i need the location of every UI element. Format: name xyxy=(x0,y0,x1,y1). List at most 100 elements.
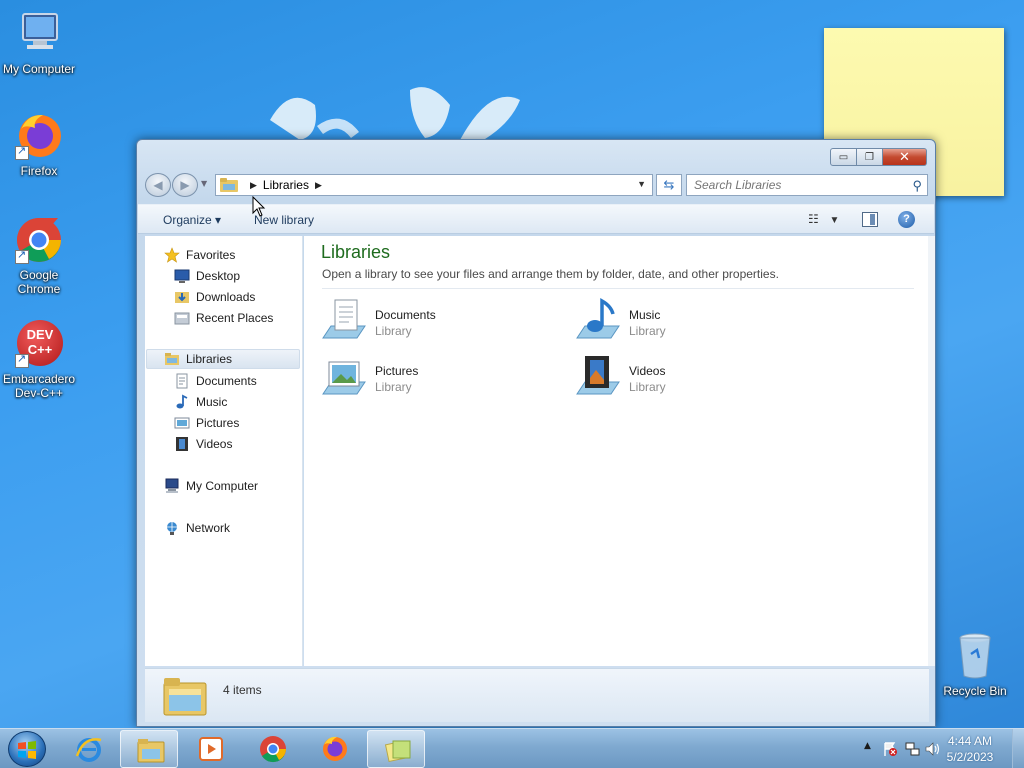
sticky-notes-icon xyxy=(384,740,411,763)
computer-icon xyxy=(165,478,179,493)
taskbar-clock[interactable]: 4:44 AM 5/2/2023 xyxy=(930,733,1010,765)
downloads-folder-icon xyxy=(175,292,189,303)
videos-library-icon xyxy=(576,356,620,395)
forward-button[interactable]: ▶ xyxy=(172,173,198,197)
arrow-right-icon: ▶ xyxy=(180,178,190,192)
taskbar-firefox[interactable] xyxy=(305,730,363,768)
nav-item-label: Desktop xyxy=(196,269,241,283)
chrome-icon xyxy=(260,736,286,763)
taskbar-google-chrome[interactable] xyxy=(243,730,301,768)
desktop-icon-dev-cpp[interactable]: DEV C++ Embarcadero Dev-C++ xyxy=(0,318,81,400)
maximize-button[interactable]: ❐ xyxy=(857,148,883,166)
explorer-window[interactable]: ▭ ❐ ✕ ◀ ▶ ▼ ▶ Libraries ▶ ▼ ⇆ ⚲ Organize… xyxy=(136,139,936,727)
pictures-icon xyxy=(174,417,190,429)
documents-icon xyxy=(176,373,188,389)
nav-item-network[interactable]: Network xyxy=(164,518,230,538)
network-tray-icon[interactable] xyxy=(904,741,920,757)
taskbar-windows-explorer[interactable] xyxy=(120,730,178,768)
search-icon[interactable]: ⚲ xyxy=(912,176,922,196)
taskbar-internet-explorer[interactable] xyxy=(59,730,117,768)
music-library-icon xyxy=(576,298,620,339)
refresh-button[interactable]: ⇆ xyxy=(656,174,682,196)
minimize-button[interactable]: ▭ xyxy=(830,148,857,166)
nav-item-my-computer[interactable]: My Computer xyxy=(164,476,258,496)
star-icon xyxy=(164,247,180,263)
nav-item-libraries[interactable]: Libraries xyxy=(146,349,300,369)
desktop-icon-google-chrome[interactable]: Google Chrome xyxy=(0,214,81,296)
preview-pane-button[interactable] xyxy=(862,212,878,227)
taskbar-sticky-notes[interactable] xyxy=(367,730,425,768)
nav-item-documents[interactable]: Documents xyxy=(174,371,257,391)
search-input[interactable] xyxy=(694,175,904,195)
desktop-icon-label: Chrome xyxy=(17,282,61,296)
library-documents[interactable]: Documents Library xyxy=(321,296,551,346)
details-pane: 4 items xyxy=(145,668,929,722)
page-title: Libraries xyxy=(321,242,391,262)
taskbar-media-player[interactable] xyxy=(181,730,239,768)
nav-item-pictures[interactable]: Pictures xyxy=(174,413,239,433)
search-box[interactable]: ⚲ xyxy=(686,174,928,196)
library-type: Library xyxy=(375,324,412,338)
library-type: Library xyxy=(629,380,666,394)
organize-button[interactable]: Organize ▾ xyxy=(163,213,221,227)
desktop-icon-label: Embarcadero xyxy=(2,372,76,386)
address-separator-icon[interactable]: ▶ xyxy=(315,180,322,191)
show-hidden-icons-button[interactable]: ▲ xyxy=(864,741,871,751)
nav-item-desktop[interactable]: Desktop xyxy=(174,266,240,286)
navigation-bar: ◀ ▶ ▼ ▶ Libraries ▶ ▼ ⇆ ⚲ xyxy=(145,173,929,197)
close-button[interactable]: ✕ xyxy=(883,148,927,166)
help-button[interactable]: ? xyxy=(898,211,915,228)
nav-item-downloads[interactable]: Downloads xyxy=(174,287,255,307)
pictures-library-icon xyxy=(322,361,366,395)
desktop-icon-recycle-bin[interactable]: Recycle Bin xyxy=(933,630,1017,698)
library-name: Music xyxy=(629,308,661,322)
network-icon xyxy=(167,522,177,535)
vertical-scrollbar[interactable] xyxy=(928,236,935,666)
desktop-icon-label: Recycle Bin xyxy=(943,684,1007,698)
arrow-left-icon: ◀ xyxy=(153,178,163,192)
address-bar[interactable]: ▶ Libraries ▶ ▼ xyxy=(215,174,653,196)
library-type: Library xyxy=(375,380,412,394)
nav-item-music[interactable]: Music xyxy=(174,392,227,412)
desktop-icon-firefox[interactable]: Firefox xyxy=(0,110,81,178)
nav-item-label: Recent Places xyxy=(196,311,274,325)
library-name: Videos xyxy=(629,364,666,378)
music-note-icon xyxy=(176,394,188,409)
clock-time: 4:44 AM xyxy=(947,734,993,748)
documents-library-icon xyxy=(322,299,366,339)
action-center-flag-icon[interactable] xyxy=(882,741,898,757)
page-subtitle: Open a library to see your files and arr… xyxy=(322,267,779,281)
back-button[interactable]: ◀ xyxy=(145,173,171,197)
divider xyxy=(322,288,914,289)
address-separator-icon[interactable]: ▶ xyxy=(250,180,257,191)
system-tray: ▲ 4:44 AM 5/2/2023 xyxy=(834,729,1024,768)
refresh-icon: ⇆ xyxy=(663,177,675,193)
change-view-button[interactable]: ☷ ▼ xyxy=(808,212,842,228)
firefox-icon xyxy=(323,736,347,761)
show-desktop-button[interactable] xyxy=(1012,729,1024,768)
content-area: Libraries Open a library to see your fil… xyxy=(304,236,928,666)
folder-icon xyxy=(137,739,165,763)
library-music[interactable]: Music Library xyxy=(575,296,805,346)
nav-item-favorites[interactable]: Favorites xyxy=(164,245,235,265)
library-name: Documents xyxy=(375,308,436,322)
desktop-icon-label: Dev-C++ xyxy=(14,386,64,400)
my-computer-icon xyxy=(22,13,58,49)
shortcut-arrow-icon xyxy=(15,248,29,264)
desktop-icon-my-computer[interactable]: My Computer xyxy=(0,8,81,76)
view-options-icon: ☷ xyxy=(808,212,819,226)
internet-explorer-icon xyxy=(75,738,102,762)
nav-item-videos[interactable]: Videos xyxy=(174,434,232,454)
recycle-bin-icon xyxy=(959,633,991,679)
start-button[interactable] xyxy=(8,731,46,767)
address-history-dropdown-icon[interactable]: ▼ xyxy=(637,179,646,189)
recent-pages-dropdown[interactable]: ▼ xyxy=(201,179,207,188)
nav-item-recent-places[interactable]: Recent Places xyxy=(174,308,273,328)
library-videos[interactable]: Videos Library xyxy=(575,352,805,402)
address-segment-libraries[interactable]: Libraries xyxy=(263,178,309,192)
windows-logo-icon xyxy=(18,741,36,759)
nav-item-label: Music xyxy=(196,395,228,409)
library-pictures[interactable]: Pictures Library xyxy=(321,352,551,402)
nav-item-label: Documents xyxy=(196,374,257,388)
nav-item-label: Videos xyxy=(196,437,233,451)
